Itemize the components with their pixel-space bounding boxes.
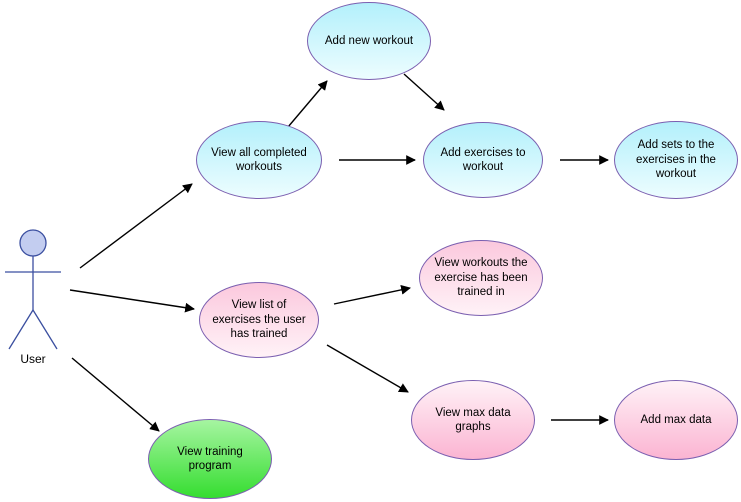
use-case-view-list-of-exercises[interactable]: View list of exercises the user has trai… xyxy=(199,282,319,358)
use-case-label: Add exercises to workout xyxy=(440,146,526,173)
use-case-add-exercises-to-workout[interactable]: Add exercises to workout xyxy=(423,122,543,198)
use-case-label: Add sets to the exercises in the workout xyxy=(636,139,716,181)
use-case-view-workouts-exercise-trained-in[interactable]: View workouts the exercise has been trai… xyxy=(419,240,543,316)
use-case-view-all-completed-workouts[interactable]: View all completed workouts xyxy=(196,121,322,199)
use-case-label: Add new workout xyxy=(324,34,414,47)
actor-label-user: User xyxy=(20,352,46,366)
use-case-add-sets-to-exercises[interactable]: Add sets to the exercises in the workout xyxy=(614,121,738,199)
use-case-add-max-data[interactable]: Add max data xyxy=(614,380,738,460)
edge-view-all-to-add-new-workout xyxy=(287,80,328,128)
use-case-label: View max data graphs xyxy=(435,406,511,433)
edge-user-to-view-list-of-exercises xyxy=(69,289,195,313)
use-case-add-new-workout[interactable]: Add new workout xyxy=(307,2,431,80)
edge-user-to-view-all-completed-workouts xyxy=(79,183,193,269)
use-case-label: View list of exercises the user has trai… xyxy=(212,299,306,341)
edge-add-new-workout-to-add-exercises xyxy=(403,73,445,111)
use-case-view-training-program[interactable]: View training program xyxy=(148,419,272,499)
edge-view-list-to-view-workouts-trained-in xyxy=(333,285,411,305)
use-case-label: View training program xyxy=(177,445,243,472)
actor-user xyxy=(5,229,61,350)
edge-user-to-view-training-program xyxy=(71,357,160,432)
use-case-view-max-data-graphs[interactable]: View max data graphs xyxy=(411,380,535,460)
use-case-label: Add max data xyxy=(640,413,712,426)
use-case-label: View all completed workouts xyxy=(211,146,307,173)
use-case-label: View workouts the exercise has been trai… xyxy=(434,257,528,299)
edge-view-list-to-view-max-data-graphs xyxy=(326,344,409,393)
use-case-diagram: User Add new workout View all completed … xyxy=(0,0,741,502)
